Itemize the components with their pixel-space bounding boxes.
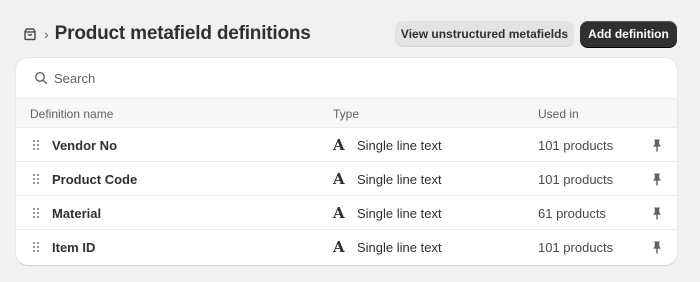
definition-type: Single line text [357, 172, 442, 187]
search-input[interactable] [54, 70, 634, 86]
chevron-right-icon: › [44, 26, 49, 42]
text-type-icon: A [333, 204, 345, 222]
table-header: Definition name Type Used in [16, 98, 677, 128]
column-header-definition-name[interactable]: Definition name [30, 107, 113, 121]
text-type-icon: A [333, 136, 345, 154]
definition-type: Single line text [357, 138, 442, 153]
definition-name[interactable]: Vendor No [52, 138, 117, 153]
text-type-icon: A [333, 238, 345, 256]
drag-handle-icon[interactable] [32, 207, 40, 219]
drag-handle-icon[interactable] [32, 241, 40, 253]
search-icon [34, 71, 48, 85]
drag-handle-icon[interactable] [32, 139, 40, 151]
used-in-count: 61 products [538, 206, 606, 221]
pin-icon[interactable] [650, 206, 664, 220]
table-row[interactable]: Material A Single line text 61 products [16, 196, 677, 230]
column-header-type[interactable]: Type [333, 107, 359, 121]
pin-icon[interactable] [650, 172, 664, 186]
definition-type: Single line text [357, 206, 442, 221]
page-title: Product metafield definitions [54, 23, 311, 44]
used-in-count: 101 products [538, 138, 614, 153]
definition-name[interactable]: Material [52, 206, 101, 221]
used-in-count: 101 products [538, 172, 614, 187]
drag-handle-icon[interactable] [32, 173, 40, 185]
column-header-used-in[interactable]: Used in [538, 107, 579, 121]
text-type-icon: A [333, 170, 345, 188]
table-row[interactable]: Product Code A Single line text 101 prod… [16, 162, 677, 196]
view-unstructured-metafields-button[interactable]: View unstructured metafields [395, 21, 574, 47]
definition-type: Single line text [357, 240, 442, 255]
used-in-count: 101 products [538, 240, 614, 255]
definitions-card: Definition name Type Used in Vendor No A… [16, 58, 677, 265]
pin-icon[interactable] [650, 138, 664, 152]
search-bar[interactable] [16, 58, 677, 98]
page-header: › Product metafield definitions View uns… [0, 0, 700, 58]
pin-icon[interactable] [650, 240, 664, 254]
add-definition-button[interactable]: Add definition [580, 21, 677, 47]
table-row[interactable]: Item ID A Single line text 101 products [16, 230, 677, 264]
definition-name[interactable]: Product Code [52, 172, 137, 187]
breadcrumb: › Product metafield definitions [22, 20, 311, 48]
definition-name[interactable]: Item ID [52, 240, 95, 255]
package-icon[interactable] [22, 26, 38, 42]
table-row[interactable]: Vendor No A Single line text 101 product… [16, 128, 677, 162]
